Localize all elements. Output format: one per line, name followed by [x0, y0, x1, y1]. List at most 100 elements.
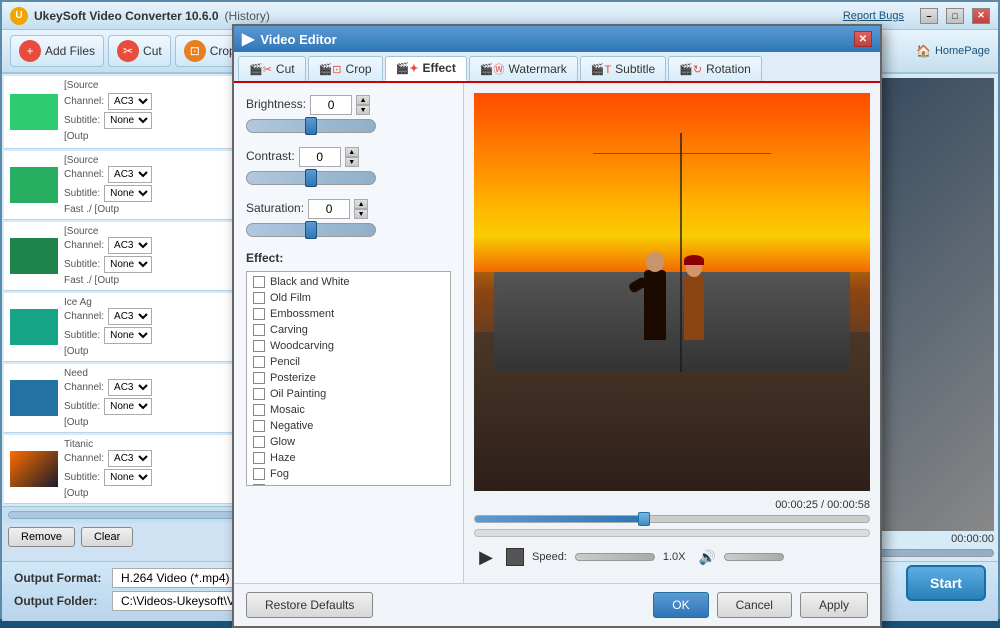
- report-bugs-link[interactable]: Report Bugs: [843, 10, 904, 22]
- saturation-slider-thumb[interactable]: [305, 221, 317, 239]
- close-button[interactable]: ✕: [972, 8, 990, 24]
- tab-cut[interactable]: 🎬✂ Cut: [238, 56, 306, 81]
- subtitle-select[interactable]: None: [104, 469, 152, 486]
- dialog-footer: Restore Defaults OK Cancel Apply: [234, 583, 880, 626]
- effect-item-negative[interactable]: Negative: [249, 418, 448, 434]
- channel-select[interactable]: AC3: [108, 237, 152, 254]
- cancel-button[interactable]: Cancel: [717, 592, 792, 618]
- effect-checkbox-oil-painting[interactable]: [253, 388, 265, 400]
- effect-checkbox-woodcarving[interactable]: [253, 340, 265, 352]
- dialog-close-button[interactable]: ✕: [854, 31, 872, 47]
- effect-checkbox-old-film[interactable]: [253, 292, 265, 304]
- channel-select[interactable]: AC3: [108, 308, 152, 325]
- saturation-slider[interactable]: [246, 223, 376, 237]
- horizontal-scrollbar[interactable]: [2, 506, 264, 523]
- rotation-tab-icon: 🎬↻: [679, 63, 702, 76]
- start-button[interactable]: Start: [906, 565, 986, 601]
- effect-item-woodcarving[interactable]: Woodcarving: [249, 338, 448, 354]
- effect-item-fog[interactable]: Fog: [249, 466, 448, 482]
- effect-item-oil-painting[interactable]: Oil Painting: [249, 386, 448, 402]
- tab-rotation[interactable]: 🎬↻ Rotation: [668, 56, 762, 81]
- channel-select[interactable]: AC3: [108, 450, 152, 467]
- brightness-slider-thumb[interactable]: [305, 117, 317, 135]
- effect-item-motion-blur[interactable]: Motion Blur: [249, 482, 448, 486]
- tab-crop[interactable]: 🎬⊡ Crop: [308, 56, 383, 81]
- effect-item-black-white[interactable]: Black and White: [249, 274, 448, 290]
- effect-checkbox-mosaic[interactable]: [253, 404, 265, 416]
- saturation-control: Saturation: ▲ ▼: [246, 199, 451, 237]
- crop-icon: ⊡: [184, 40, 206, 62]
- ok-button[interactable]: OK: [653, 592, 708, 618]
- channel-select[interactable]: AC3: [108, 166, 152, 183]
- effect-checkbox-pencil[interactable]: [253, 356, 265, 368]
- effect-checkbox-embossment[interactable]: [253, 308, 265, 320]
- tab-effect-label: Effect: [422, 61, 455, 75]
- saturation-input[interactable]: [308, 199, 350, 219]
- effect-item-glow[interactable]: Glow: [249, 434, 448, 450]
- effect-checkbox-glow[interactable]: [253, 436, 265, 448]
- file-info: Need Channel: AC3 Subtitle: None [Outp: [64, 368, 253, 428]
- brightness-up[interactable]: ▲: [356, 95, 370, 105]
- restore-defaults-button[interactable]: Restore Defaults: [246, 592, 373, 618]
- subtitle-select[interactable]: None: [104, 256, 152, 273]
- list-item: [Source Channel: AC3 Subtitle: None Fast…: [4, 151, 259, 220]
- contrast-slider[interactable]: [246, 171, 376, 185]
- title-left: U UkeySoft Video Converter 10.6.0 (Histo…: [10, 7, 270, 25]
- effect-checkbox-negative[interactable]: [253, 420, 265, 432]
- contrast-input[interactable]: [299, 147, 341, 167]
- tab-watermark[interactable]: 🎬Ⓦ Watermark: [469, 56, 578, 81]
- effect-item-mosaic[interactable]: Mosaic: [249, 402, 448, 418]
- progress-thumb[interactable]: [638, 512, 650, 526]
- effect-checkbox-motion-blur[interactable]: [253, 484, 265, 486]
- effect-item-haze[interactable]: Haze: [249, 450, 448, 466]
- apply-button[interactable]: Apply: [800, 592, 868, 618]
- saturation-down[interactable]: ▼: [354, 209, 368, 219]
- remove-button[interactable]: Remove: [8, 527, 75, 547]
- add-files-button[interactable]: + Add Files: [10, 35, 104, 67]
- tab-effect[interactable]: 🎬✦ Effect: [385, 56, 467, 81]
- effect-item-embossment[interactable]: Embossment: [249, 306, 448, 322]
- speed-value: 1.0X: [663, 551, 691, 563]
- clear-button[interactable]: Clear: [81, 527, 133, 547]
- volume-slider[interactable]: [724, 553, 784, 561]
- effect-item-pencil[interactable]: Pencil: [249, 354, 448, 370]
- effect-item-carving[interactable]: Carving: [249, 322, 448, 338]
- effect-checkbox-posterize[interactable]: [253, 372, 265, 384]
- secondary-timeline[interactable]: [474, 529, 870, 537]
- contrast-slider-thumb[interactable]: [305, 169, 317, 187]
- time-display: 00:00:25 / 00:00:58: [474, 499, 870, 511]
- effect-checkbox-black-white[interactable]: [253, 276, 265, 288]
- stop-button[interactable]: [506, 548, 524, 566]
- channel-select[interactable]: AC3: [108, 93, 152, 110]
- contrast-down[interactable]: ▼: [345, 157, 359, 167]
- brightness-input[interactable]: [310, 95, 352, 115]
- speed-slider[interactable]: [575, 553, 655, 561]
- channel-select[interactable]: AC3: [108, 379, 152, 396]
- effect-checkbox-carving[interactable]: [253, 324, 265, 336]
- brightness-input-row: Brightness: ▲ ▼: [246, 95, 451, 115]
- homepage-link[interactable]: HomePage: [935, 45, 990, 57]
- brightness-slider[interactable]: [246, 119, 376, 133]
- progress-bar[interactable]: [474, 515, 870, 523]
- subtitle-select[interactable]: None: [104, 185, 152, 202]
- cut-button[interactable]: ✂ Cut: [108, 35, 171, 67]
- tab-subtitle[interactable]: 🎬T Subtitle: [580, 56, 666, 81]
- contrast-up[interactable]: ▲: [345, 147, 359, 157]
- minimize-button[interactable]: –: [920, 8, 938, 24]
- maximize-button[interactable]: □: [946, 8, 964, 24]
- subtitle-select[interactable]: None: [104, 398, 152, 415]
- subtitle-select[interactable]: None: [104, 327, 152, 344]
- brightness-control: Brightness: ▲ ▼: [246, 95, 451, 133]
- effect-section-label: Effect:: [246, 251, 451, 265]
- subtitle-select[interactable]: None: [104, 112, 152, 129]
- effect-item-posterize[interactable]: Posterize: [249, 370, 448, 386]
- homepage-area: 🏠 HomePage: [916, 44, 990, 58]
- play-button[interactable]: ▶: [474, 545, 498, 569]
- effect-checkbox-fog[interactable]: [253, 468, 265, 480]
- brightness-down[interactable]: ▼: [356, 105, 370, 115]
- file-info-row2: Channel: AC3: [64, 93, 253, 110]
- saturation-up[interactable]: ▲: [354, 199, 368, 209]
- effect-checkbox-haze[interactable]: [253, 452, 265, 464]
- effect-item-old-film[interactable]: Old Film: [249, 290, 448, 306]
- effect-list[interactable]: Black and White Old Film Embossment: [246, 271, 451, 486]
